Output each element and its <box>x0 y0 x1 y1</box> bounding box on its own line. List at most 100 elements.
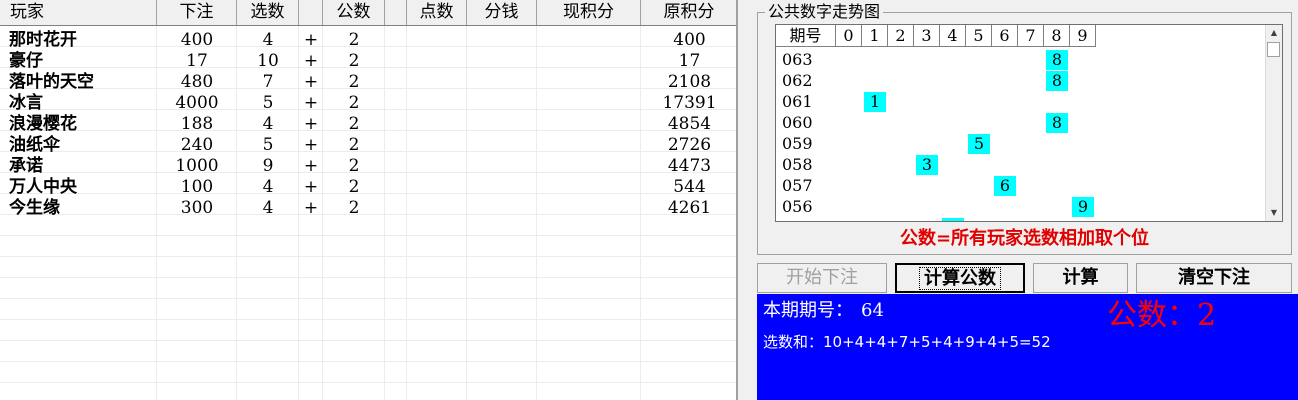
calc-button[interactable]: 计算 <box>1033 263 1128 293</box>
cell-pub: 2 <box>348 30 360 50</box>
column-header[interactable]: 分钱 <box>467 0 537 25</box>
cell-op: + <box>303 114 319 134</box>
cell-player: 冰言 <box>9 93 43 113</box>
cell-pub: 2 <box>348 177 360 197</box>
cell-pub: 2 <box>348 93 360 113</box>
column-header[interactable]: 玩家 <box>0 0 157 25</box>
calc-public-button[interactable]: 计算公数 <box>895 263 1025 293</box>
trend-mark: 5 <box>968 134 990 154</box>
table-row[interactable]: 浪漫樱花 188 4 +2 4854 <box>0 114 736 135</box>
cell-op: + <box>303 51 319 71</box>
cell-pick: 7 <box>262 72 274 92</box>
column-header[interactable]: 公数 <box>323 0 385 25</box>
period-value: 64 <box>861 300 884 321</box>
column-header[interactable]: 选数 <box>237 0 299 25</box>
cell-orig: 2108 <box>667 72 712 92</box>
trend-col-digit: 6 <box>992 25 1018 47</box>
cell-op: + <box>303 30 319 50</box>
start-bet-label: 开始下注 <box>786 267 858 288</box>
trend-period: 056 <box>782 197 813 216</box>
cell-player: 浪漫樱花 <box>9 114 77 134</box>
scroll-thumb[interactable] <box>1267 42 1280 57</box>
trend-col-digit: 9 <box>1070 25 1096 47</box>
trend-period: 063 <box>782 50 813 69</box>
trend-title: 公共数字走势图 <box>765 3 884 21</box>
clear-bets-button[interactable]: 清空下注 <box>1136 263 1292 293</box>
trend-period: 057 <box>782 176 813 195</box>
start-bet-button[interactable]: 开始下注 <box>757 263 887 293</box>
trend-mark: 9 <box>1072 197 1094 217</box>
scroll-up-icon[interactable]: ▲ <box>1266 25 1282 41</box>
cell-player: 落叶的天空 <box>9 72 94 92</box>
table-row[interactable]: 今生缘 300 4 +2 4261 <box>0 198 736 219</box>
cell-op: + <box>303 177 319 197</box>
cell-orig: 400 <box>673 30 706 50</box>
cell-orig: 4473 <box>667 156 712 176</box>
cell-player: 那时花开 <box>9 30 77 50</box>
trend-mark: 8 <box>1046 113 1068 133</box>
rule-note: 公数=所有玩家选数相加取个位 <box>899 228 1150 249</box>
cell-pick: 5 <box>262 93 274 113</box>
trend-period: 061 <box>782 92 813 111</box>
cell-bet: 240 <box>180 135 214 155</box>
period-label: 本期期号： 64 <box>763 299 884 323</box>
trend-period: 060 <box>782 113 813 132</box>
cell-pub: 2 <box>348 72 360 92</box>
trend-period: 055 <box>782 217 813 221</box>
cell-orig: 4261 <box>667 198 712 218</box>
pick-sum-line: 选数和：10+4+4+7+5+4+9+4+5=52 <box>763 333 1051 351</box>
trend-col-digit: 0 <box>836 25 862 47</box>
cell-bet: 480 <box>180 72 214 92</box>
column-header[interactable]: 下注 <box>157 0 237 25</box>
trend-period: 059 <box>782 134 813 153</box>
trend-mark: 4 <box>942 218 964 221</box>
column-header[interactable]: 现积分 <box>537 0 641 25</box>
cell-op: + <box>303 135 319 155</box>
cell-pick: 5 <box>262 135 274 155</box>
cell-player: 豪仔 <box>9 51 43 71</box>
column-header[interactable]: 原积分 <box>641 0 736 25</box>
table-row[interactable]: 豪仔 17 10 +2 17 <box>0 51 736 72</box>
trend-mark: 1 <box>864 92 886 112</box>
scroll-down-icon[interactable]: ▼ <box>1266 205 1282 221</box>
cell-orig: 544 <box>673 177 706 197</box>
calc-public-label: 计算公数 <box>919 267 1001 290</box>
cell-op: + <box>303 198 319 218</box>
table-row[interactable]: 落叶的天空 480 7 +2 2108 <box>0 72 736 93</box>
trend-mark: 8 <box>1046 50 1068 70</box>
trend-period: 058 <box>782 155 813 174</box>
trend-period: 062 <box>782 71 813 90</box>
trend-scrollbar[interactable]: ▲ ▼ <box>1265 25 1282 221</box>
trend-col-period: 期号 <box>776 25 836 47</box>
table-row[interactable]: 油纸伞 240 5 +2 2726 <box>0 135 736 156</box>
cell-orig: 17 <box>678 51 701 71</box>
period-label-text: 本期期号： <box>763 300 853 321</box>
cell-bet: 17 <box>186 51 208 71</box>
column-header[interactable] <box>299 0 323 25</box>
table-row[interactable]: 承诺 1000 9 +2 4473 <box>0 156 736 177</box>
cell-player: 万人中央 <box>9 177 77 197</box>
cell-bet: 400 <box>180 30 214 50</box>
cell-player: 承诺 <box>9 156 43 176</box>
public-number-label: 公数：2 <box>1107 298 1217 333</box>
cell-bet: 4000 <box>175 93 219 113</box>
trend-mark: 6 <box>994 176 1016 196</box>
trend-grid[interactable]: 期号 0 1 2 3 4 5 6 7 8 9 063 8 062 8 061 1 060 8 059 5 058 3 057 6… <box>775 24 1283 222</box>
table-row[interactable]: 冰言 4000 5 +2 17391 <box>0 93 736 114</box>
player-list[interactable]: 玩家 下注 选数 公数 点数 分钱 现积分 原积分 那时花开 400 4 +2 400 豪仔 17 10 +2… <box>0 0 738 400</box>
column-header[interactable] <box>385 0 407 25</box>
cell-pub: 2 <box>348 51 360 71</box>
list-header: 玩家 下注 选数 公数 点数 分钱 现积分 原积分 <box>0 0 736 26</box>
column-header[interactable]: 点数 <box>407 0 467 25</box>
cell-bet: 188 <box>180 114 214 134</box>
table-row[interactable]: 那时花开 400 4 +2 400 <box>0 30 736 51</box>
table-row[interactable]: 万人中央 100 4 +2 544 <box>0 177 736 198</box>
cell-bet: 300 <box>180 198 214 218</box>
cell-op: + <box>303 156 319 176</box>
cell-pick: 4 <box>262 177 274 197</box>
cell-player: 油纸伞 <box>9 135 60 155</box>
trend-col-digit: 8 <box>1044 25 1070 47</box>
cell-orig: 17391 <box>662 93 717 113</box>
cell-orig: 2726 <box>667 135 712 155</box>
trend-col-digit: 3 <box>914 25 940 47</box>
